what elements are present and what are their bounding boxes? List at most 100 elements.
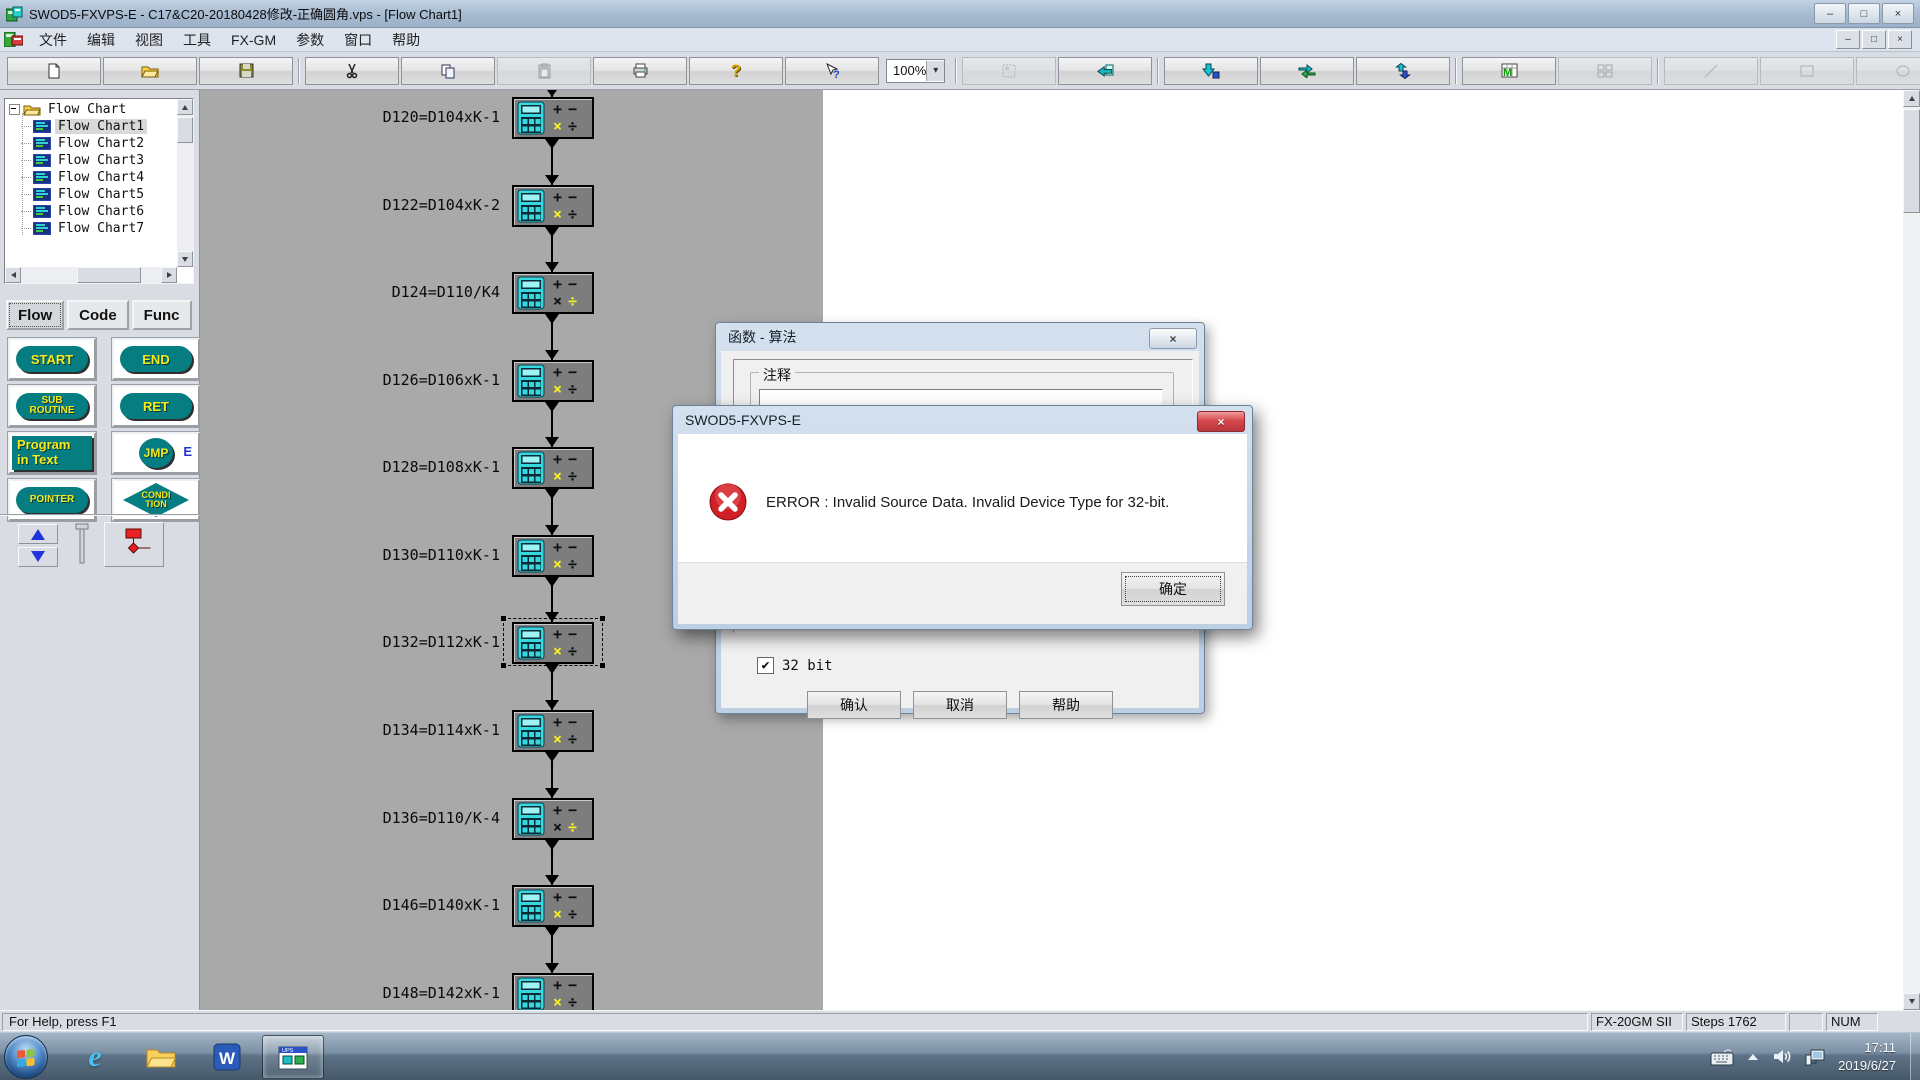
compare-button[interactable] xyxy=(1356,57,1450,85)
flow-node[interactable]: +−×÷ xyxy=(512,272,594,314)
connector-tool[interactable] xyxy=(72,522,92,569)
tray-keyboard-icon[interactable] xyxy=(1710,1048,1734,1066)
scrollbar-thumb[interactable] xyxy=(177,117,193,143)
scroll-up-icon[interactable] xyxy=(177,99,193,115)
menu-item[interactable]: 工具 xyxy=(173,27,221,53)
restore-button[interactable]: □ xyxy=(1848,3,1880,24)
cut-button[interactable] xyxy=(305,57,399,85)
tree-collapse-icon[interactable] xyxy=(9,104,20,115)
flow-node[interactable]: +−×÷ xyxy=(512,535,594,577)
verify-button[interactable] xyxy=(1260,57,1354,85)
tray-network-icon[interactable] xyxy=(1804,1048,1826,1066)
menu-item[interactable]: 窗口 xyxy=(334,27,382,53)
print-button[interactable] xyxy=(593,57,687,85)
flow-node[interactable]: +−×÷ xyxy=(512,360,594,402)
mdi-close-button[interactable]: × xyxy=(1888,30,1912,49)
mdi-restore-button[interactable]: □ xyxy=(1862,30,1886,49)
menu-item[interactable]: FX-GM xyxy=(221,29,286,51)
help-dialog-button[interactable]: 帮助 xyxy=(1019,691,1113,719)
new-button[interactable] xyxy=(7,57,101,85)
flow-node[interactable]: +−×÷ xyxy=(512,885,594,927)
flow-node[interactable]: +−×÷ xyxy=(512,97,594,139)
menu-item[interactable]: 参数 xyxy=(286,27,334,53)
taskbar-word[interactable]: W xyxy=(196,1035,258,1079)
context-help-button[interactable]: ? xyxy=(785,57,879,85)
confirm-button[interactable]: 确认 xyxy=(807,691,901,719)
scroll-up-icon[interactable] xyxy=(1903,90,1920,107)
palette-subroutine-button[interactable]: SUBROUTINE xyxy=(8,385,96,427)
scroll-left-icon[interactable] xyxy=(5,267,21,283)
tree-item[interactable]: Flow Chart6 xyxy=(7,203,175,220)
scrollbar-thumb[interactable] xyxy=(1903,109,1920,213)
menu-item[interactable]: 视图 xyxy=(125,27,173,53)
tree-horizontal-scrollbar[interactable] xyxy=(5,267,177,283)
tree-item-label[interactable]: Flow Chart4 xyxy=(55,170,147,185)
bit32-checkbox[interactable]: ✔ xyxy=(757,657,774,674)
branch-tool-button[interactable] xyxy=(104,522,164,567)
download-button[interactable] xyxy=(1164,57,1258,85)
minimize-button[interactable]: – xyxy=(1814,3,1846,24)
flow-node[interactable]: +−×÷ xyxy=(512,185,594,227)
error-dialog-titlebar[interactable]: SWOD5-FXVPS-E xyxy=(673,406,1252,434)
palette-start-button[interactable]: START xyxy=(8,338,96,380)
flow-node[interactable]: +−×÷ xyxy=(512,710,594,752)
tree-item[interactable]: Flow Chart7 xyxy=(7,220,175,237)
tree-item[interactable]: Flow Chart2 xyxy=(7,135,175,152)
tab-func[interactable]: Func xyxy=(132,300,192,330)
function-dialog-titlebar[interactable]: 函数 - 算法 xyxy=(716,323,1204,351)
upload-button[interactable] xyxy=(1058,57,1152,85)
function-dialog-close-button[interactable]: × xyxy=(1149,328,1197,349)
close-button[interactable]: × xyxy=(1882,3,1914,24)
palette-ret-button[interactable]: RET xyxy=(112,385,200,427)
tree-vertical-scrollbar[interactable] xyxy=(177,99,193,267)
tree-item[interactable]: Flow Chart5 xyxy=(7,186,175,203)
palette-jmp-button[interactable]: JMP E xyxy=(112,432,200,474)
cancel-button[interactable]: 取消 xyxy=(913,691,1007,719)
scrollbar-thumb[interactable] xyxy=(77,267,141,283)
menu-item[interactable]: 帮助 xyxy=(382,27,430,53)
menu-item[interactable]: 编辑 xyxy=(77,27,125,53)
tree-item[interactable]: Flow Chart3 xyxy=(7,152,175,169)
zoom-select[interactable]: 100% ▾ xyxy=(886,59,945,83)
flow-node[interactable]: +−×÷ xyxy=(512,447,594,489)
tree-item-label[interactable]: Flow Chart5 xyxy=(55,187,147,202)
start-button[interactable] xyxy=(4,1035,48,1079)
open-button[interactable] xyxy=(103,57,197,85)
palette-end-button[interactable]: END xyxy=(112,338,200,380)
taskbar-explorer[interactable] xyxy=(130,1035,192,1079)
tab-code[interactable]: Code xyxy=(67,300,129,330)
move-up-button[interactable] xyxy=(18,524,58,544)
taskbar-clock[interactable]: 17:11 2019/6/27 xyxy=(1838,1039,1896,1074)
mdi-minimize-button[interactable]: – xyxy=(1836,30,1860,49)
tree-root[interactable]: Flow Chart xyxy=(7,101,175,118)
tree-root-label[interactable]: Flow Chart xyxy=(45,102,129,117)
scroll-down-icon[interactable] xyxy=(177,251,193,267)
tree-item-label[interactable]: Flow Chart3 xyxy=(55,153,147,168)
menu-item[interactable]: 文件 xyxy=(29,27,77,53)
save-button[interactable] xyxy=(199,57,293,85)
move-down-button[interactable] xyxy=(18,547,58,567)
tree-item[interactable]: Flow Chart4 xyxy=(7,169,175,186)
ok-button[interactable]: 确定 xyxy=(1121,572,1225,606)
tree-item-label[interactable]: Flow Chart1 xyxy=(55,119,147,134)
tree-item-label[interactable]: Flow Chart6 xyxy=(55,204,147,219)
zoom-dropdown-icon[interactable]: ▾ xyxy=(926,61,944,81)
flow-node[interactable]: +−×÷ xyxy=(512,973,594,1010)
tray-volume-icon[interactable] xyxy=(1772,1048,1792,1065)
error-dialog-close-button[interactable]: × xyxy=(1197,411,1245,432)
taskbar-internet-explorer[interactable]: e xyxy=(64,1035,126,1079)
palette-program-in-text-button[interactable]: Programin Text xyxy=(8,432,96,474)
tab-flow[interactable]: Flow xyxy=(6,300,64,330)
show-desktop-button[interactable] xyxy=(1910,1033,1920,1080)
scroll-right-icon[interactable] xyxy=(161,267,177,283)
copy-button[interactable] xyxy=(401,57,495,85)
monitor-button[interactable]: M xyxy=(1462,57,1556,85)
tree-item-label[interactable]: Flow Chart2 xyxy=(55,136,147,151)
tree-item[interactable]: Flow Chart1 xyxy=(7,118,175,135)
scroll-down-icon[interactable] xyxy=(1903,993,1920,1010)
flow-node[interactable]: +−×÷ xyxy=(512,798,594,840)
tray-show-hidden-icon[interactable] xyxy=(1746,1052,1760,1061)
taskbar-vps-app[interactable]: UPS xyxy=(262,1035,324,1079)
tree-item-label[interactable]: Flow Chart7 xyxy=(55,221,147,236)
canvas-vertical-scrollbar[interactable] xyxy=(1903,90,1920,1010)
